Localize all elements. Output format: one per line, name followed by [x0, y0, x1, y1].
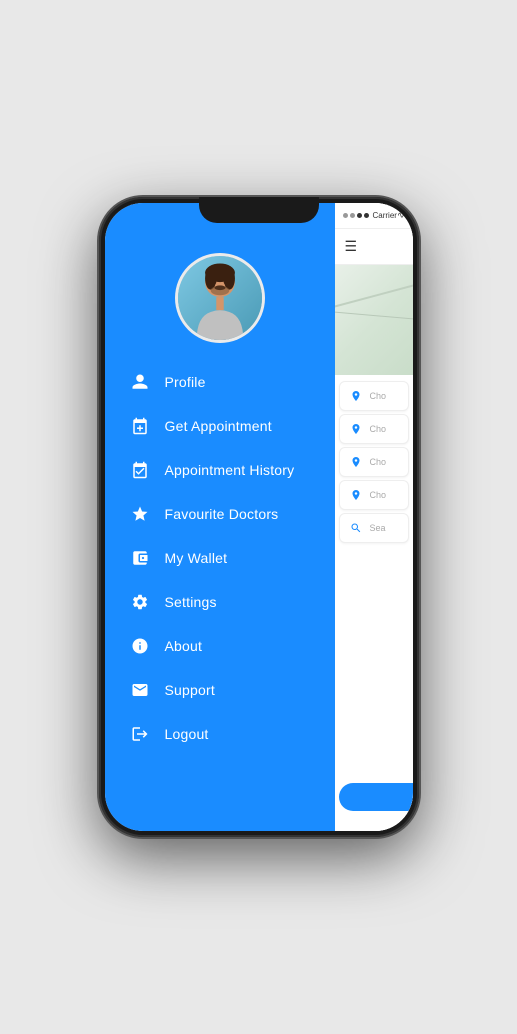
sidebar-item-settings[interactable]: Settings — [115, 581, 325, 623]
location-pin-icon-1 — [348, 421, 364, 437]
sidebar-drawer: Profile Get Appointment — [105, 203, 335, 831]
sidebar-item-my-wallet-label: My Wallet — [165, 550, 228, 566]
sidebar-item-my-wallet[interactable]: My Wallet — [115, 537, 325, 579]
sidebar-item-get-appointment[interactable]: Get Appointment — [115, 405, 325, 447]
hamburger-button[interactable]: ☰ — [345, 238, 358, 255]
wallet-icon — [129, 547, 151, 569]
bottom-action-button[interactable] — [339, 783, 413, 811]
right-header: ☰ — [335, 229, 413, 265]
sidebar-item-get-appointment-label: Get Appointment — [165, 418, 272, 434]
search-option-1-text: Cho — [370, 391, 387, 401]
search-options-list: Cho Cho — [335, 375, 413, 831]
calendar-check-icon — [129, 459, 151, 481]
sidebar-item-logout[interactable]: Logout — [115, 713, 325, 755]
person-location-icon — [348, 388, 364, 404]
sidebar-item-profile[interactable]: Profile — [115, 361, 325, 403]
sidebar-item-profile-label: Profile — [165, 374, 206, 390]
search-option-2[interactable]: Cho — [339, 414, 409, 444]
search-option-5-text: Sea — [370, 523, 386, 533]
sidebar-item-logout-label: Logout — [165, 726, 209, 742]
gear-icon — [129, 591, 151, 613]
search-option-5[interactable]: Sea — [339, 513, 409, 543]
menu-items-list: Profile Get Appointment — [105, 361, 335, 757]
sidebar-item-settings-label: Settings — [165, 594, 217, 610]
wifi-icon: ∿ — [397, 210, 405, 221]
sidebar-item-about-label: About — [165, 638, 203, 654]
person-medical-icon — [348, 487, 364, 503]
signal-area: Carrier — [343, 211, 397, 220]
right-content-area: Cho Cho — [335, 265, 413, 831]
signal-dot-2 — [350, 213, 355, 218]
logout-icon — [129, 723, 151, 745]
right-panel: Carrier ∿ ☰ — [335, 203, 413, 831]
sidebar-item-support[interactable]: Support — [115, 669, 325, 711]
search-option-4-text: Cho — [370, 490, 387, 500]
search-option-3-text: Cho — [370, 457, 387, 467]
search-option-2-text: Cho — [370, 424, 387, 434]
sidebar-item-favourite-doctors[interactable]: Favourite Doctors — [115, 493, 325, 535]
phone-device: Profile Get Appointment — [99, 197, 419, 837]
sidebar-item-appointment-history-label: Appointment History — [165, 462, 295, 478]
signal-dot-4 — [364, 213, 369, 218]
sidebar-item-favourite-doctors-label: Favourite Doctors — [165, 506, 279, 522]
envelope-icon — [129, 679, 151, 701]
calendar-plus-icon — [129, 415, 151, 437]
info-icon — [129, 635, 151, 657]
right-status-bar: Carrier ∿ — [335, 203, 413, 229]
sidebar-item-appointment-history[interactable]: Appointment History — [115, 449, 325, 491]
star-icon — [129, 503, 151, 525]
map-line-1 — [335, 282, 413, 309]
search-option-1[interactable]: Cho — [339, 381, 409, 411]
phone-screen: Profile Get Appointment — [105, 203, 413, 831]
map-background — [335, 265, 413, 385]
search-person-icon — [348, 520, 364, 536]
sidebar-item-about[interactable]: About — [115, 625, 325, 667]
signal-dot-3 — [357, 213, 362, 218]
search-option-4[interactable]: Cho — [339, 480, 409, 510]
signal-dot-1 — [343, 213, 348, 218]
phone-notch — [199, 197, 319, 223]
person-icon — [129, 371, 151, 393]
avatar-container — [105, 253, 335, 343]
location-pin-icon-2 — [348, 454, 364, 470]
avatar-image — [178, 256, 262, 340]
avatar — [175, 253, 265, 343]
carrier-label: Carrier — [373, 211, 397, 220]
map-line-2 — [335, 311, 413, 321]
sidebar-item-support-label: Support — [165, 682, 215, 698]
search-option-3[interactable]: Cho — [339, 447, 409, 477]
